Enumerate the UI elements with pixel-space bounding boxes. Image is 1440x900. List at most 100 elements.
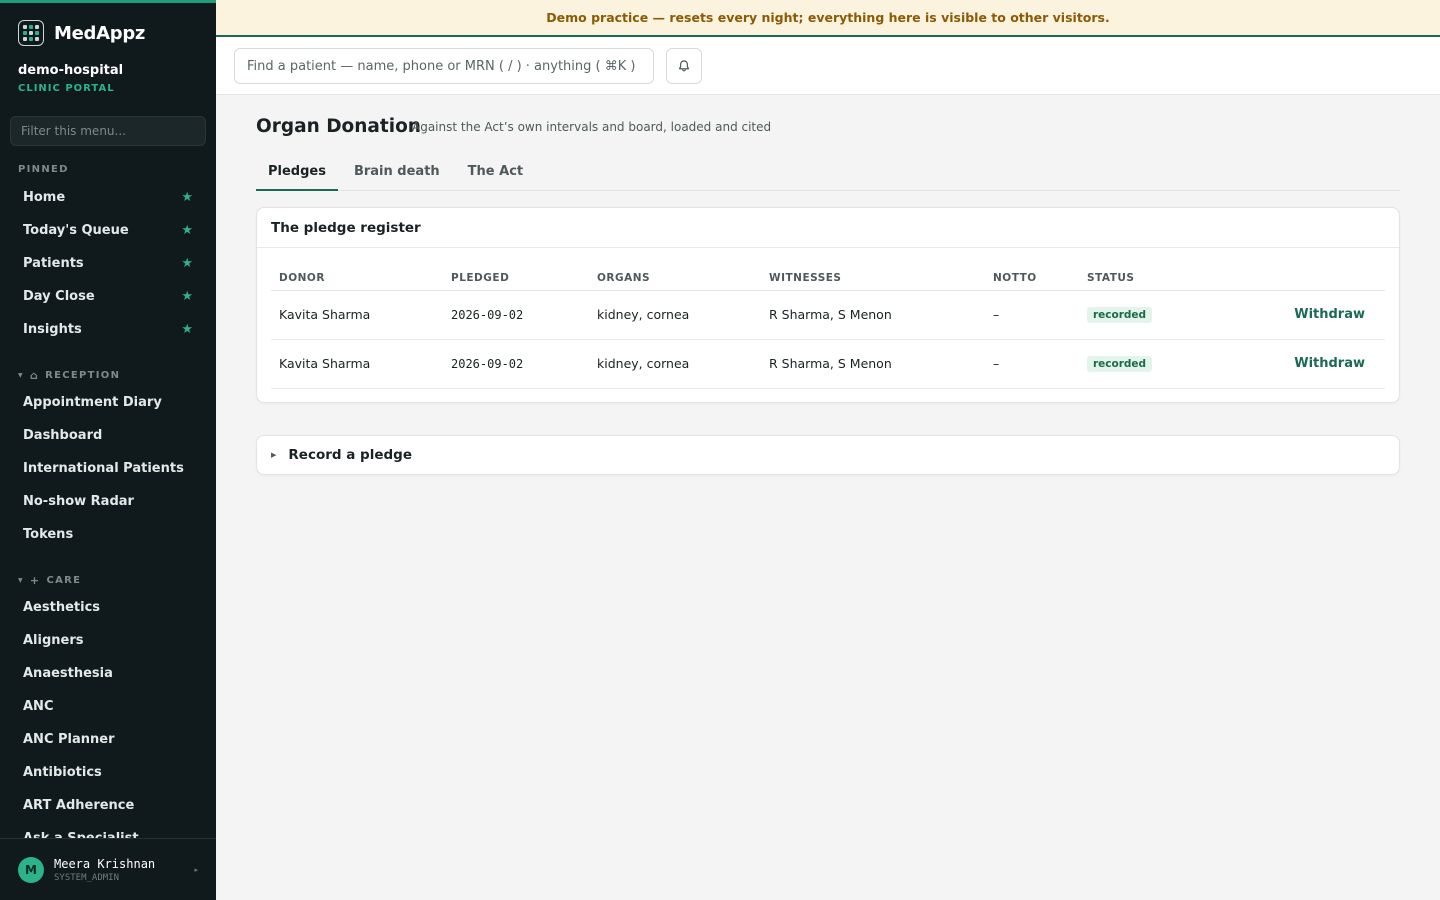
sidebar-item-label: Patients (23, 255, 84, 271)
section-label-pinned: PINNED (18, 164, 69, 175)
withdraw-button[interactable]: Withdraw (1239, 339, 1385, 389)
withdraw-button[interactable]: Withdraw (1239, 290, 1385, 340)
sidebar-item-label: International Patients (23, 460, 184, 476)
table-row: Kavita Sharma 2026-09-02 kidney, cornea … (271, 339, 1385, 389)
tab-pledges[interactable]: Pledges (256, 157, 338, 191)
column-header-pledged[interactable]: PLEDGED (443, 266, 589, 291)
user-menu[interactable]: M Meera Krishnan SYSTEM_ADMIN ▸ (0, 838, 216, 900)
caret-down-icon: ▼ (18, 577, 24, 584)
sidebar-item-insights[interactable]: Insights ★ (10, 314, 206, 344)
star-icon[interactable]: ★ (181, 223, 193, 238)
cell-organs: kidney, cornea (589, 339, 761, 389)
status-badge: recorded (1087, 356, 1153, 372)
column-header-organs[interactable]: ORGANS (589, 266, 761, 291)
card-title: The pledge register (257, 208, 1399, 248)
sidebar-item-appointment-diary[interactable]: Appointment Diary (10, 387, 206, 417)
sidebar-item-label: Day Close (23, 288, 95, 304)
sidebar-item-label: Home (23, 189, 66, 205)
sidebar-item-international-patients[interactable]: International Patients (10, 453, 206, 483)
table-row: Kavita Sharma 2026-09-02 kidney, cornea … (271, 290, 1385, 340)
chevron-right-icon: ▸ (194, 865, 198, 874)
patient-search-input[interactable] (234, 48, 654, 84)
column-header-status[interactable]: STATUS (1079, 266, 1239, 291)
sidebar-item-aligners[interactable]: Aligners (10, 625, 206, 655)
home-icon: ⌂ (29, 369, 40, 382)
sidebar-item-anc-planner[interactable]: ANC Planner (10, 724, 206, 754)
menu-filter-input[interactable] (10, 116, 206, 146)
star-icon[interactable]: ★ (181, 190, 193, 205)
sidebar-item-label: Insights (23, 321, 82, 337)
sidebar-item-home[interactable]: Home ★ (10, 182, 206, 212)
tab-brain-death[interactable]: Brain death (342, 157, 452, 191)
star-icon[interactable]: ★ (181, 322, 193, 337)
cell-pledged: 2026-09-02 (443, 339, 589, 389)
star-icon[interactable]: ★ (181, 256, 193, 271)
sidebar-item-no-show-radar[interactable]: No-show Radar (10, 486, 206, 516)
sidebar-item-label: ART Adherence (23, 797, 135, 813)
brand-logo-icon (18, 20, 44, 46)
sidebar-item-label: Today's Queue (23, 222, 129, 238)
sidebar-item-day-close[interactable]: Day Close ★ (10, 281, 206, 311)
sidebar-item-antibiotics[interactable]: Antibiotics (10, 757, 206, 787)
sidebar-item-dashboard[interactable]: Dashboard (10, 420, 206, 450)
sidebar-item-anaesthesia[interactable]: Anaesthesia (10, 658, 206, 688)
column-header-actions (1239, 266, 1385, 291)
user-role: SYSTEM_ADMIN (54, 872, 120, 883)
sidebar-item-label: Tokens (23, 526, 74, 542)
sidebar-item-label: ANC (23, 698, 54, 714)
cell-donor: Kavita Sharma (271, 339, 443, 389)
sidebar-item-patients[interactable]: Patients ★ (10, 248, 206, 278)
sidebar-item-anc[interactable]: ANC (10, 691, 206, 721)
caret-down-icon: ▼ (18, 372, 24, 379)
table-header-row: DONOR PLEDGED ORGANS WITNESSES NOTTO STA… (271, 266, 1385, 291)
tab-the-act[interactable]: The Act (456, 157, 535, 191)
section-toggle-reception[interactable]: ▼ ⌂ RECEPTION (18, 369, 120, 382)
cell-notto: – (985, 339, 1079, 389)
brand-name: MedAppz (54, 22, 146, 44)
sidebar-item-label: ANC Planner (23, 731, 115, 747)
cell-notto: – (985, 290, 1079, 340)
cell-witnesses: R Sharma, S Menon (761, 339, 985, 389)
sidebar-item-label: No-show Radar (23, 493, 134, 509)
star-icon[interactable]: ★ (181, 289, 193, 304)
demo-banner: Demo practice — resets every night; ever… (216, 0, 1440, 37)
main-content: Organ Donation Against the Act’s own int… (216, 95, 1440, 900)
org-name: demo-hospital (18, 63, 124, 78)
record-pledge-label: Record a pledge (288, 447, 412, 463)
section-toggle-care[interactable]: ▼ + CARE (18, 574, 81, 587)
column-header-notto[interactable]: NOTTO (985, 266, 1079, 291)
page-title: Organ Donation (256, 116, 421, 137)
cell-organs: kidney, cornea (589, 290, 761, 340)
status-badge: recorded (1087, 307, 1153, 323)
sidebar-item-label: Aesthetics (23, 599, 101, 615)
sidebar-item-aesthetics[interactable]: Aesthetics (10, 592, 206, 622)
sidebar-item-label: Antibiotics (23, 764, 102, 780)
bell-icon (679, 60, 689, 72)
topbar (216, 37, 1440, 95)
brand[interactable]: MedAppz (18, 20, 145, 46)
sidebar-item-label: Anaesthesia (23, 665, 113, 681)
section-label-care: CARE (46, 575, 82, 586)
cell-status: recorded (1079, 339, 1239, 389)
avatar: M (18, 856, 44, 883)
column-header-donor[interactable]: DONOR (271, 266, 443, 291)
sidebar-item-todays-queue[interactable]: Today's Queue ★ (10, 215, 206, 245)
org-subtitle: CLINIC PORTAL (18, 83, 115, 94)
page-subtitle: Against the Act’s own intervals and boar… (412, 120, 772, 134)
record-pledge-toggle[interactable]: ▶ Record a pledge (256, 435, 1400, 475)
sidebar-item-art-adherence[interactable]: ART Adherence (10, 790, 206, 820)
pledge-table: DONOR PLEDGED ORGANS WITNESSES NOTTO STA… (271, 266, 1385, 389)
sidebar-item-label: Appointment Diary (23, 394, 162, 410)
column-header-witnesses[interactable]: WITNESSES (761, 266, 985, 291)
caret-right-icon: ▶ (271, 451, 277, 459)
plus-icon: + (29, 574, 41, 587)
pledge-register-card: The pledge register DONOR PLEDGED ORGANS… (256, 207, 1400, 403)
sidebar-item-label: Dashboard (23, 427, 103, 443)
notifications-button[interactable] (666, 48, 702, 84)
cell-donor: Kavita Sharma (271, 290, 443, 340)
sidebar-item-label: Aligners (23, 632, 84, 648)
cell-witnesses: R Sharma, S Menon (761, 290, 985, 340)
user-name: Meera Krishnan (54, 856, 156, 871)
section-label-reception: RECEPTION (45, 370, 121, 381)
sidebar-item-tokens[interactable]: Tokens (10, 519, 206, 549)
